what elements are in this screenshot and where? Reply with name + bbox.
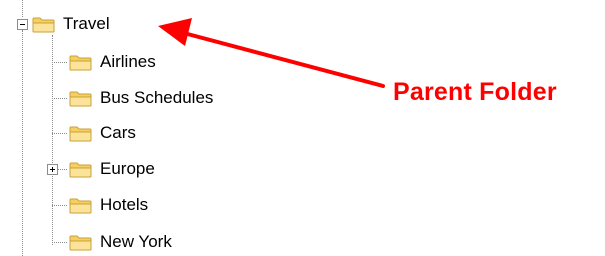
annotation-parent-folder: Parent Folder	[393, 78, 557, 106]
annotation-arrow-icon	[158, 18, 385, 88]
